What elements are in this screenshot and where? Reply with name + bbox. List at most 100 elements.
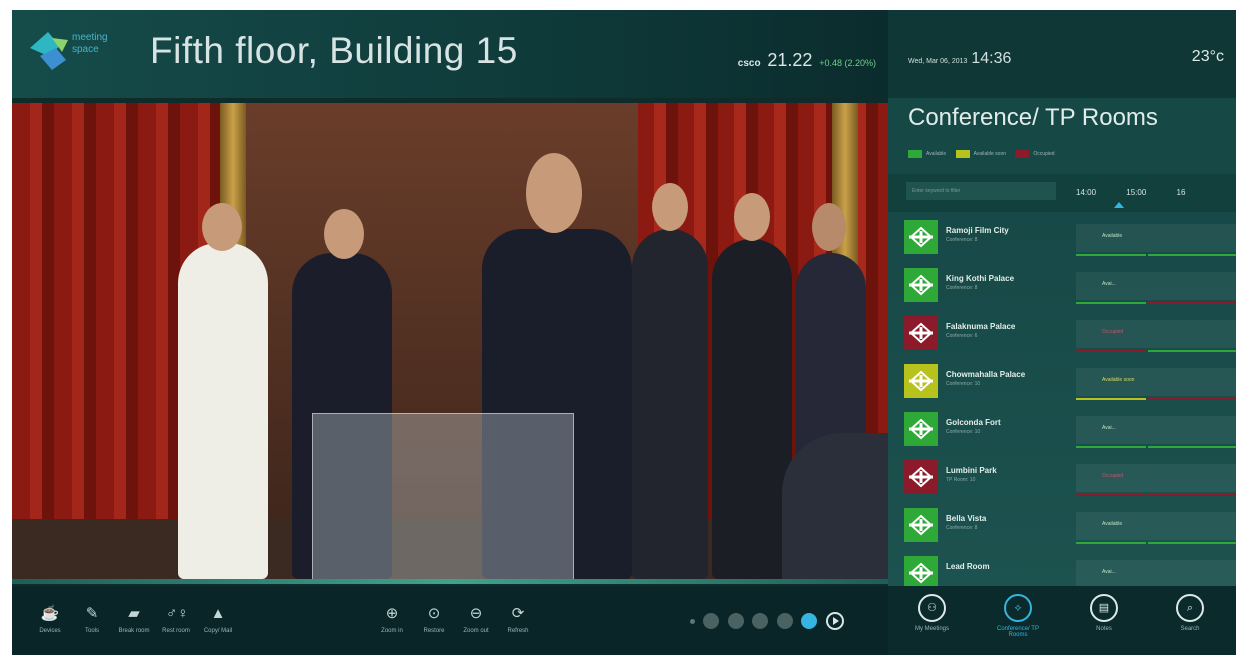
- room-status-line: [1148, 446, 1236, 448]
- pager-dot-active[interactable]: [801, 613, 818, 629]
- nav-my-meetings[interactable]: ⚇ My Meetings: [902, 594, 962, 632]
- zoom-restore-icon: ⊙: [427, 605, 441, 622]
- room-name: Golconda Fort: [946, 418, 1001, 427]
- zoom-in-button[interactable]: ⊕ Zoom in: [370, 586, 414, 655]
- video-person: [632, 229, 708, 579]
- room-status-line: [1076, 350, 1146, 352]
- room-timeslot[interactable]: Avai...: [1076, 272, 1236, 300]
- room-status-line: [1148, 350, 1236, 352]
- logo-text: meeting space: [72, 32, 108, 56]
- room-status-text: Avai...: [1102, 569, 1116, 575]
- room-timeslot[interactable]: Available: [1076, 512, 1236, 540]
- room-name: Chowmahalla Palace: [946, 370, 1026, 379]
- bottom-nav: ⚇ My Meetings ⟡ Conference/ TP Rooms ▤ N…: [888, 586, 1236, 655]
- room-status-line: [1076, 446, 1146, 448]
- tools-button[interactable]: ✎ Tools: [70, 586, 114, 655]
- copy-mail-button[interactable]: ▲ Copy/ Mail: [196, 586, 240, 655]
- room-capacity: Conference: 10: [946, 381, 981, 387]
- zoom-out-icon: ⊖: [469, 605, 483, 622]
- legend-label: Occupied: [1033, 151, 1055, 158]
- room-name: King Kothi Palace: [946, 274, 1015, 283]
- logo-text-line-1: meeting: [72, 32, 108, 43]
- stock-change: +0.48 (2.20%): [819, 58, 876, 68]
- devices-label: Devices: [39, 628, 61, 634]
- video-person: [178, 243, 268, 579]
- pager-dot[interactable]: [703, 613, 720, 629]
- video-podium: [312, 413, 574, 579]
- legend-soon: Available soon: [955, 150, 1006, 158]
- pager-dot[interactable]: [727, 613, 744, 629]
- room-icon: [904, 556, 938, 590]
- rooms-panel: Wed, Mar 06, 2013 14:36 23°c Conference/…: [888, 10, 1236, 592]
- panel-header: Wed, Mar 06, 2013 14:36 23°c: [888, 10, 1236, 98]
- room-timeslot[interactable]: Available soon: [1076, 368, 1236, 396]
- room-icon: ⟡: [1004, 594, 1032, 622]
- stock-ticker: csco 21.22 +0.48 (2.20%): [738, 50, 876, 71]
- room-name: Ramoji Film City: [946, 226, 1009, 235]
- timeline-hour: 16: [1176, 188, 1186, 197]
- devices-button[interactable]: ☕ Devices: [28, 586, 72, 655]
- room-status-text: Occupied: [1102, 329, 1124, 335]
- break-room-button[interactable]: ▰ Break room: [112, 586, 156, 655]
- video-feed[interactable]: [12, 103, 888, 579]
- pager-dot[interactable]: [776, 613, 793, 629]
- room-status-line: [1076, 494, 1146, 496]
- nav-notes[interactable]: ▤ Notes: [1074, 594, 1134, 632]
- search-row: Enter keyword to filter 14:00 15:00 16: [888, 174, 1236, 212]
- zoom-out-label: Zoom out: [463, 628, 489, 634]
- room-icon: [904, 268, 938, 302]
- room-row[interactable]: King Kothi Palace Conference: 8 Avai...: [888, 264, 1236, 312]
- room-row[interactable]: Falaknuma Palace Conference: 6 Occupied: [888, 312, 1236, 360]
- timeline-header: 14:00 15:00 16: [1076, 188, 1213, 197]
- video-progress-bar[interactable]: [12, 579, 888, 584]
- play-icon[interactable]: [825, 612, 844, 630]
- room-icon: [904, 508, 938, 542]
- refresh-button[interactable]: ⟳ Refresh: [496, 586, 540, 655]
- timeline-hour: 14:00: [1076, 188, 1097, 197]
- room-status-badge: [904, 556, 938, 590]
- room-status-badge: [904, 220, 938, 254]
- room-icon: [904, 412, 938, 446]
- room-timeslot[interactable]: Available: [1076, 224, 1236, 252]
- room-name: Bella Vista: [946, 514, 987, 523]
- room-row[interactable]: Lumbini Park TP Room: 10 Occupied: [888, 456, 1236, 504]
- room-status-text: Avai...: [1102, 425, 1116, 431]
- room-timeslot[interactable]: Occupied: [1076, 464, 1236, 492]
- nav-conference-rooms[interactable]: ⟡ Conference/ TP Rooms: [988, 594, 1048, 638]
- timeline-hour: 15:00: [1126, 188, 1147, 197]
- restore-button[interactable]: ⊙ Restore: [412, 586, 456, 655]
- coffee-icon: ☕: [40, 605, 60, 622]
- pager-dot[interactable]: [752, 613, 769, 629]
- legend-occupied: Occupied: [1015, 150, 1055, 158]
- room-row[interactable]: Ramoji Film City Conference: 8 Available: [888, 216, 1236, 264]
- room-status-text: Occupied: [1102, 473, 1124, 479]
- refresh-icon: ⟳: [511, 605, 525, 622]
- room-status-line: [1148, 494, 1236, 496]
- room-timeslot[interactable]: Occupied: [1076, 320, 1236, 348]
- video-person-head: [324, 209, 364, 259]
- room-row[interactable]: Golconda Fort Conference: 10 Avai...: [888, 408, 1236, 456]
- legend-label: Available: [926, 151, 947, 158]
- panel-title: Conference/ TP Rooms: [908, 104, 1158, 131]
- refresh-label: Refresh: [507, 628, 529, 634]
- room-row[interactable]: Bella Vista Conference: 8 Available: [888, 504, 1236, 552]
- room-name: Lumbini Park: [946, 466, 997, 475]
- rest-room-label: Rest room: [162, 628, 190, 634]
- room-filter-input[interactable]: Enter keyword to filter: [906, 182, 1056, 200]
- pager-dot[interactable]: [690, 618, 695, 624]
- temperature: 23°c: [1191, 48, 1224, 65]
- app-window: meeting space Fifth floor, Building 15 c…: [12, 10, 1236, 655]
- top-header: meeting space Fifth floor, Building 15 c…: [12, 10, 888, 98]
- logo-text-line-2: space: [72, 44, 99, 55]
- room-icon: [904, 220, 938, 254]
- room-capacity: TP Room: 10: [946, 477, 976, 483]
- rest-room-button[interactable]: ♂♀ Rest room: [154, 586, 198, 655]
- restroom-icon: ♂♀: [166, 605, 189, 622]
- room-timeslot[interactable]: Avai...: [1076, 416, 1236, 444]
- room-timeslot[interactable]: Avai...: [1076, 560, 1236, 588]
- nav-label: Search: [1180, 626, 1200, 632]
- room-capacity: Conference: 10: [946, 429, 981, 435]
- nav-search[interactable]: ⌕ Search: [1160, 594, 1220, 632]
- zoom-out-button[interactable]: ⊖ Zoom out: [454, 586, 498, 655]
- room-row[interactable]: Chowmahalla Palace Conference: 10 Availabl…: [888, 360, 1236, 408]
